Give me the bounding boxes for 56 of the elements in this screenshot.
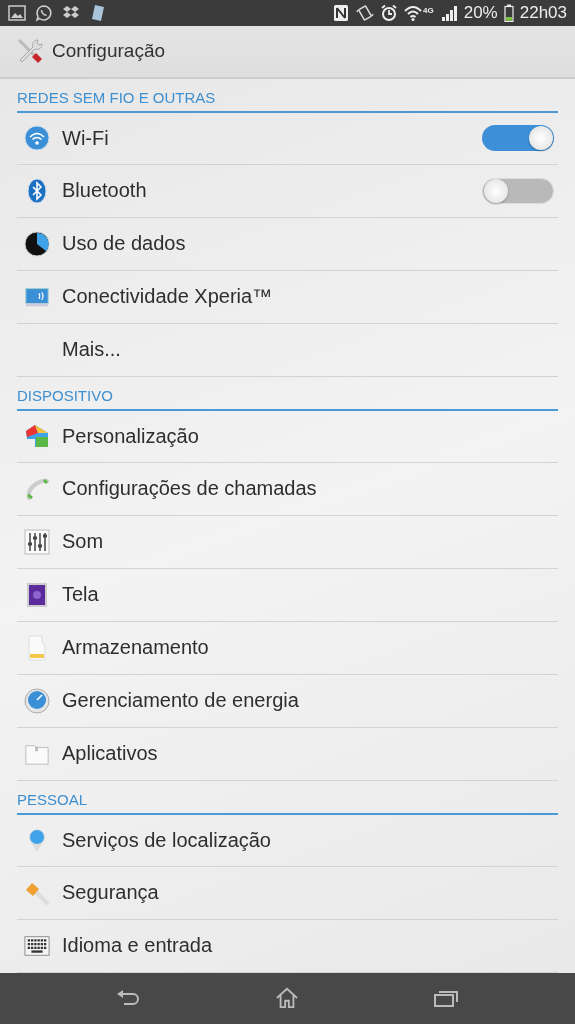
- item-label: Gerenciamento de energia: [62, 689, 300, 713]
- network-type: 4G: [423, 5, 434, 15]
- vibrate-icon: [356, 3, 374, 22]
- clock: 22h03: [519, 2, 567, 23]
- settings-item[interactable]: Configurações de chamadas: [17, 462, 558, 516]
- item-label: Tela: [62, 583, 100, 607]
- item-label: Bluetooth: [62, 179, 148, 203]
- alarm-icon: [380, 3, 398, 22]
- section-header: REDES SEM FIO E OUTRAS: [17, 80, 558, 113]
- settings-item[interactable]: Uso de dados: [17, 217, 558, 271]
- tools-icon: [16, 37, 44, 66]
- cell-signal-icon: [439, 3, 458, 22]
- settings-item[interactable]: Mais...: [17, 323, 558, 377]
- item-label: Configurações de chamadas: [62, 477, 318, 501]
- pie-chart-icon: [24, 230, 50, 257]
- item-label: Wi-Fi: [62, 126, 110, 150]
- item-label: Mais...: [62, 338, 122, 362]
- settings-item[interactable]: Aplicativos: [17, 727, 558, 781]
- settings-item[interactable]: Gerenciamento de energia: [17, 674, 558, 728]
- card-icon: [89, 3, 107, 22]
- wifi-signal-icon: [404, 3, 422, 22]
- nfc-icon: [332, 3, 350, 22]
- item-label: Aplicativos: [62, 742, 159, 766]
- settings-item[interactable]: Idioma e entrada: [17, 919, 558, 973]
- item-label: Personalização: [62, 424, 200, 448]
- home-icon[interactable]: [274, 987, 301, 1010]
- gallery-icon: [8, 3, 26, 22]
- item-label: Armazenamento: [62, 636, 210, 660]
- battery-icon: [503, 3, 514, 22]
- settings-item[interactable]: Conectividade Xperia™: [17, 270, 558, 324]
- section-header: DISPOSITIVO: [17, 378, 558, 411]
- wifi-icon: [24, 125, 50, 152]
- screen-icon: [24, 581, 50, 608]
- settings-item[interactable]: Bluetooth: [17, 164, 558, 218]
- settings-item[interactable]: Serviços de localização: [17, 814, 558, 867]
- screen-title: Configuração: [52, 40, 166, 63]
- item-label: Segurança: [62, 881, 160, 905]
- equalizer-icon: [24, 528, 50, 555]
- toggle-switch[interactable]: [482, 125, 554, 152]
- settings-item[interactable]: Tela: [17, 568, 558, 622]
- settings-item[interactable]: Wi-Fi: [17, 112, 558, 165]
- settings-item[interactable]: Som: [17, 515, 558, 569]
- bluetooth-icon: [24, 177, 50, 204]
- battery-percent: 20%: [463, 2, 498, 23]
- settings-item[interactable]: Segurança: [17, 866, 558, 920]
- chat-bubble-icon: [35, 3, 53, 22]
- item-label: Uso de dados: [62, 232, 187, 256]
- settings-item[interactable]: Armazenamento: [17, 621, 558, 675]
- gauge-icon: [24, 687, 50, 714]
- toggle-switch[interactable]: [482, 177, 554, 204]
- item-label: Serviços de localização: [62, 828, 272, 852]
- item-label: Conectividade Xperia™: [62, 285, 274, 309]
- item-label: Som: [62, 530, 105, 554]
- section-header: PESSOAL: [17, 782, 558, 815]
- item-label: Idioma e entrada: [62, 934, 214, 958]
- settings-item[interactable]: Personalização: [17, 410, 558, 463]
